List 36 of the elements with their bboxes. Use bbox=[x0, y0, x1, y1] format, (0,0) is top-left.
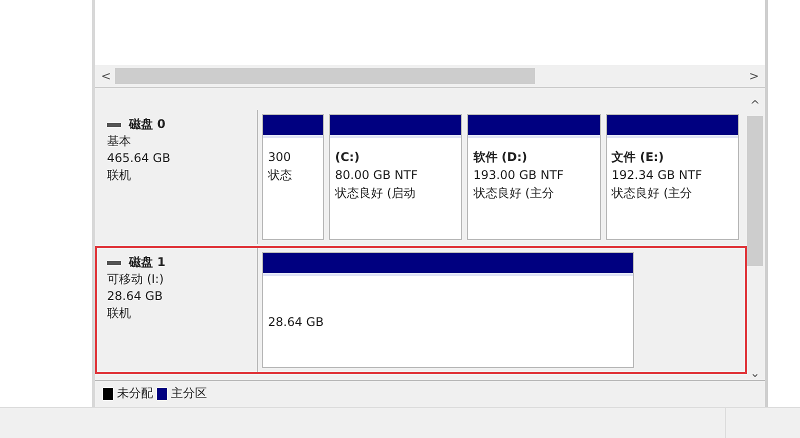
disk-type: 可移动 (I:) bbox=[107, 271, 165, 288]
disk-name: 磁盘 1 bbox=[129, 254, 166, 271]
partition-size: 193.00 GB NTF bbox=[473, 167, 565, 184]
partition-header-bar bbox=[263, 115, 323, 135]
horizontal-scrollbar[interactable]: < > bbox=[95, 65, 765, 88]
partition-label: 软件 (D:) bbox=[473, 149, 528, 166]
disk-size: 465.64 GB bbox=[107, 150, 172, 167]
legend-label: 主分区 bbox=[171, 385, 207, 402]
disk-size: 28.64 GB bbox=[107, 288, 164, 305]
partition-size: 80.00 GB NTF bbox=[335, 167, 419, 184]
disk-type: 基本 bbox=[107, 133, 132, 150]
partition-status: 状态 bbox=[268, 167, 293, 184]
scroll-left-arrow[interactable]: < bbox=[101, 69, 112, 83]
scroll-down-arrow[interactable]: ⌄ bbox=[750, 366, 760, 380]
disk-status: 联机 bbox=[107, 167, 132, 184]
partition[interactable]: 300 状态 bbox=[262, 114, 324, 240]
partition-size: 28.64 GB bbox=[268, 314, 325, 330]
partition-status: 状态良好 (主分 bbox=[473, 185, 555, 202]
scroll-right-arrow[interactable]: > bbox=[748, 69, 759, 83]
disk-status: 联机 bbox=[107, 305, 132, 322]
vertical-scrollbar[interactable]: ^ ⌄ bbox=[745, 98, 765, 380]
disk-name: 磁盘 0 bbox=[129, 116, 166, 133]
partition[interactable]: 软件 (D:) 193.00 GB NTF 状态良好 (主分 bbox=[467, 114, 601, 240]
partition-size: 300 bbox=[268, 149, 292, 166]
partition-status: 状态良好 (启动 bbox=[335, 185, 416, 202]
scrollbar-thumb[interactable] bbox=[115, 68, 536, 84]
partition-size: 192.34 GB NTF bbox=[612, 167, 704, 184]
scroll-up-arrow[interactable]: ^ bbox=[750, 98, 760, 112]
partition[interactable]: (C:) 80.00 GB NTF 状态良好 (启动 bbox=[329, 114, 462, 240]
partition[interactable]: 28.64 GB bbox=[262, 252, 634, 368]
partition-label: (C:) bbox=[335, 149, 361, 166]
partition-label: 文件 (E:) bbox=[612, 149, 665, 166]
scrollbar-thumb[interactable] bbox=[747, 116, 763, 266]
legend-label: 未分配 bbox=[117, 385, 153, 402]
partition-status: 状态良好 (主分 bbox=[612, 185, 694, 202]
partition[interactable]: 文件 (E:) 192.34 GB NTF 状态良好 (主分 bbox=[606, 114, 739, 240]
